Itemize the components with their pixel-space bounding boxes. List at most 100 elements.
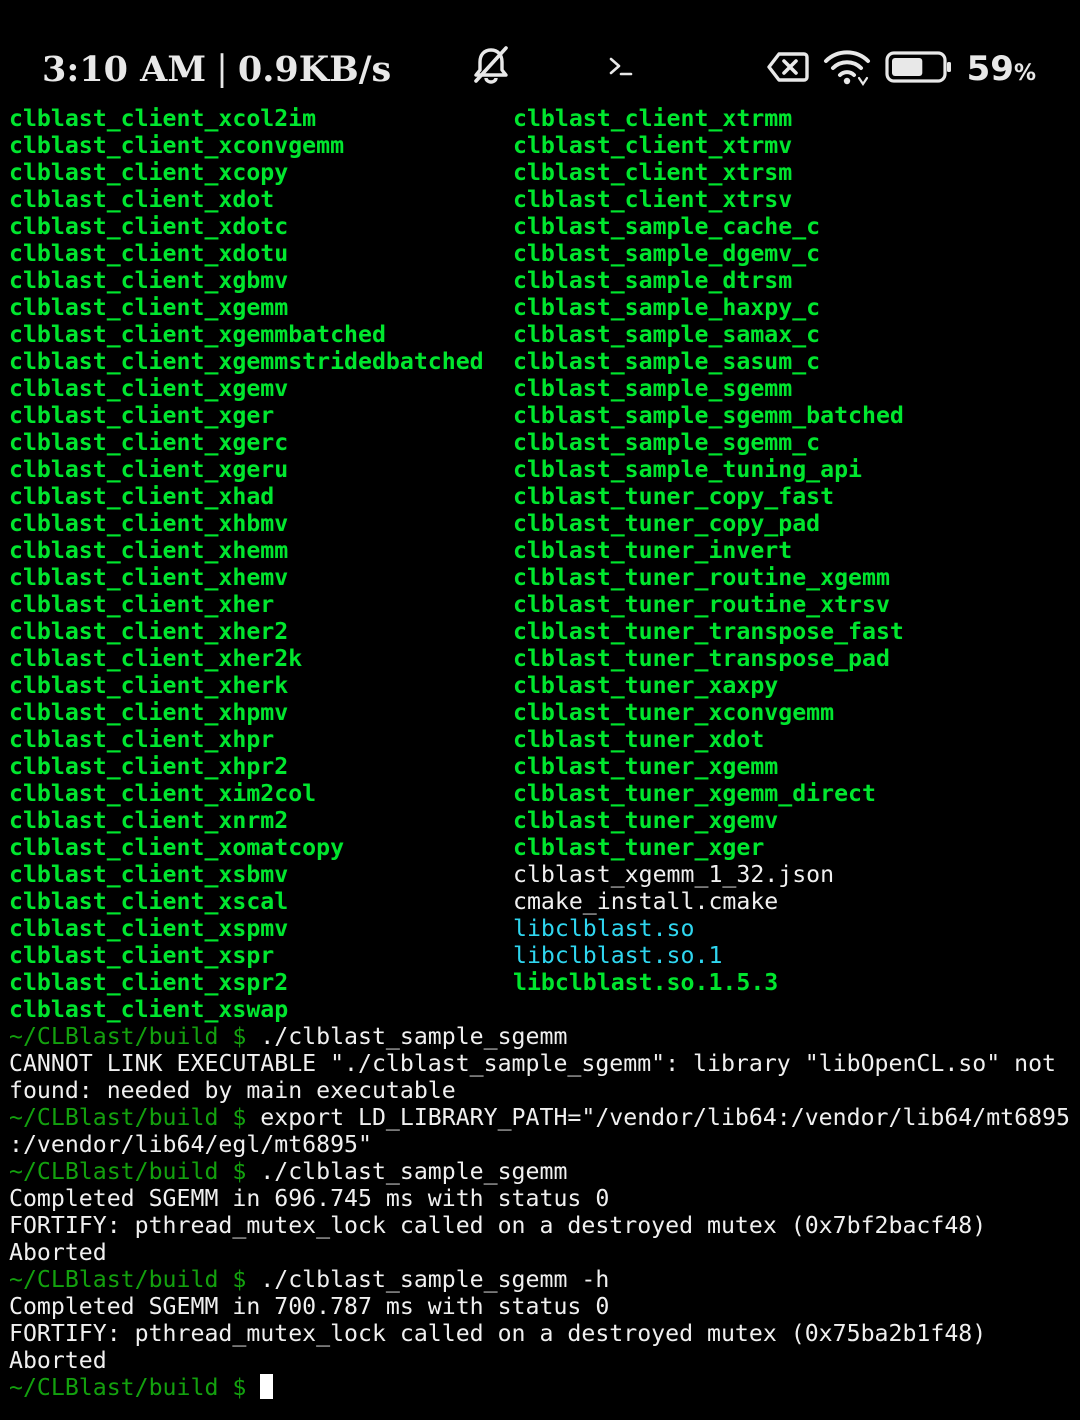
command-line: ~/CLBlast/build $ export LD_LIBRARY_PATH… [9,1104,1077,1131]
ls-entry: clblast_sample_cache_c [513,213,821,240]
terminal-output[interactable]: clblast_client_xcol2im clblast_client_xco… [9,105,1077,1401]
ls-listing: clblast_client_xcol2im clblast_client_xco… [9,105,1077,1023]
ls-entry: clblast_tuner_xger [513,834,765,861]
command-text: ./clblast_sample_sgemm [260,1158,568,1185]
output-text: found: needed by main executable [9,1077,456,1104]
ls-entry: clblast_sample_haxpy_c [513,294,821,321]
ls-entry: libclblast.so.1.5.3 [513,969,779,996]
ls-entry: clblast_client_xhpr2 [9,753,289,780]
ls-entry: clblast_client_xgemv [9,375,289,402]
ls-entry: cmake_install.cmake [513,888,779,915]
ls-entry: clblast_client_xcopy [9,159,289,186]
output-text: CANNOT LINK EXECUTABLE "./clblast_sample… [9,1050,1057,1077]
ls-entry: clblast_client_xdotu [9,240,289,267]
ls-entry: clblast_client_xcol2im [9,105,317,132]
ls-entry: clblast_sample_tuning_api [513,456,863,483]
command-text: export LD_LIBRARY_PATH="/vendor/lib64:/v… [260,1104,1070,1131]
command-text: ./clblast_sample_sgemm -h [260,1266,610,1293]
ls-entry: clblast_client_xscal [9,888,289,915]
output-line: :/vendor/lib64/egl/mt6895" [9,1131,1077,1158]
shell-prompt: ~/CLBlast/build $ [9,1374,261,1401]
ls-entry: clblast_client_xim2col [9,780,317,807]
ls-entry: clblast_client_xhad [9,483,275,510]
ls-entry: clblast_client_xhpr [9,726,275,753]
ls-entry: clblast_sample_samax_c [513,321,821,348]
ls-entry: clblast_client_xnrm2 [9,807,289,834]
ls-entry: libclblast.so.1 [513,942,723,969]
ls-entry: clblast_tuner_xdot [513,726,765,753]
ls-entry: clblast_sample_sgemm_c [513,429,821,456]
output-line: found: needed by main executable [9,1077,1077,1104]
ls-entry: clblast_client_xhemm [9,537,289,564]
ls-entry: clblast_client_xher2k [9,645,303,672]
text-cursor [260,1374,274,1399]
ls-entry: clblast_tuner_transpose_fast [513,618,904,645]
ls-entry: clblast_tuner_xconvgemm [513,699,835,726]
ls-entry: clblast_tuner_xaxpy [513,672,779,699]
shell-prompt: ~/CLBlast/build $ [9,1023,261,1050]
shell-prompt: ~/CLBlast/build $ [9,1158,261,1185]
ls-entry: clblast_sample_sasum_c [513,348,821,375]
ls-entry: clblast_client_xdotc [9,213,289,240]
ls-entry: clblast_client_xswap [9,996,289,1023]
ls-entry: clblast_sample_sgemm [513,375,793,402]
ls-entry: clblast_client_xgemm [9,294,289,321]
ls-entry: clblast_tuner_invert [513,537,793,564]
ls-entry: clblast_client_xger [9,402,275,429]
ls-entry: clblast_client_xherk [9,672,289,699]
command-line: ~/CLBlast/build $ ./clblast_sample_sgemm [9,1158,1077,1185]
ls-entry: clblast_sample_dgemv_c [513,240,821,267]
ls-entry: clblast_client_xtrmm [513,105,793,132]
ls-entry: clblast_client_xher2 [9,618,289,645]
ls-entry: clblast_tuner_xgemm [513,753,779,780]
ls-entry: clblast_tuner_routine_xtrsv [513,591,890,618]
ls-entry: clblast_client_xgemmbatched [9,321,386,348]
ls-entry: clblast_xgemm_1_32.json [513,861,835,888]
ls-entry: clblast_client_xdot [9,186,275,213]
command-line: ~/CLBlast/build $ ./clblast_sample_sgemm [9,1023,1077,1050]
ls-entry: clblast_client_xgeru [9,456,289,483]
shell-prompt: ~/CLBlast/build $ [9,1104,261,1131]
status-right: 59% [766,46,1036,92]
ls-entry: clblast_client_xsbmv [9,861,289,888]
ls-entry: clblast_client_xhbmv [9,510,289,537]
output-text: FORTIFY: pthread_mutex_lock called on a … [9,1320,987,1347]
output-text: Aborted [9,1239,107,1266]
output-line: Completed SGEMM in 696.745 ms with statu… [9,1185,1077,1212]
ls-entry: clblast_client_xspr2 [9,969,289,996]
battery-percentage: 59% [966,49,1036,89]
ls-entry: clblast_sample_dtrsm [513,267,793,294]
ls-entry: clblast_tuner_xgemm_direct [513,780,876,807]
command-line: ~/CLBlast/build $ ./clblast_sample_sgemm… [9,1266,1077,1293]
shell-prompt: ~/CLBlast/build $ [9,1266,261,1293]
output-line: CANNOT LINK EXECUTABLE "./clblast_sample… [9,1050,1077,1077]
ls-entry: clblast_tuner_copy_fast [513,483,835,510]
ls-entry: clblast_client_xgbmv [9,267,289,294]
ls-entry: clblast_tuner_transpose_pad [513,645,890,672]
ls-right-column: clblast_client_xtrmm clblast_client_xtrmv… [513,105,1073,1023]
command-text: ./clblast_sample_sgemm [260,1023,568,1050]
output-text: Aborted [9,1347,107,1374]
ls-entry: clblast_client_xconvgemm [9,132,345,159]
ls-entry: clblast_client_xgemmstridedbatched [9,348,484,375]
ls-entry: clblast_tuner_routine_xgemm [513,564,890,591]
ls-entry: clblast_client_xgerc [9,429,289,456]
ls-entry: clblast_client_xtrsm [513,159,793,186]
output-line: Completed SGEMM in 700.787 ms with statu… [9,1293,1077,1320]
output-line: FORTIFY: pthread_mutex_lock called on a … [9,1320,1077,1347]
ls-entry: clblast_client_xspmv [9,915,289,942]
ls-entry: libclblast.so [513,915,695,942]
ls-entry: clblast_client_xhpmv [9,699,289,726]
session-log: ~/CLBlast/build $ ./clblast_sample_sgemm… [9,1023,1077,1374]
output-text: FORTIFY: pthread_mutex_lock called on a … [9,1212,987,1239]
output-text: Completed SGEMM in 700.787 ms with statu… [9,1293,610,1320]
ls-left-column: clblast_client_xcol2im clblast_client_xco… [9,105,513,1023]
current-input-line[interactable]: ~/CLBlast/build $ [9,1374,1077,1401]
battery-icon [885,50,953,89]
status-left: 3:10 AM | 0.9KB/s [42,45,634,92]
status-bar: 3:10 AM | 0.9KB/s 59% [0,0,1080,104]
output-text: Completed SGEMM in 696.745 ms with statu… [9,1185,610,1212]
output-line: FORTIFY: pthread_mutex_lock called on a … [9,1212,1077,1239]
ls-entry: clblast_client_xomatcopy [9,834,345,861]
ls-entry: clblast_client_xtrmv [513,132,793,159]
